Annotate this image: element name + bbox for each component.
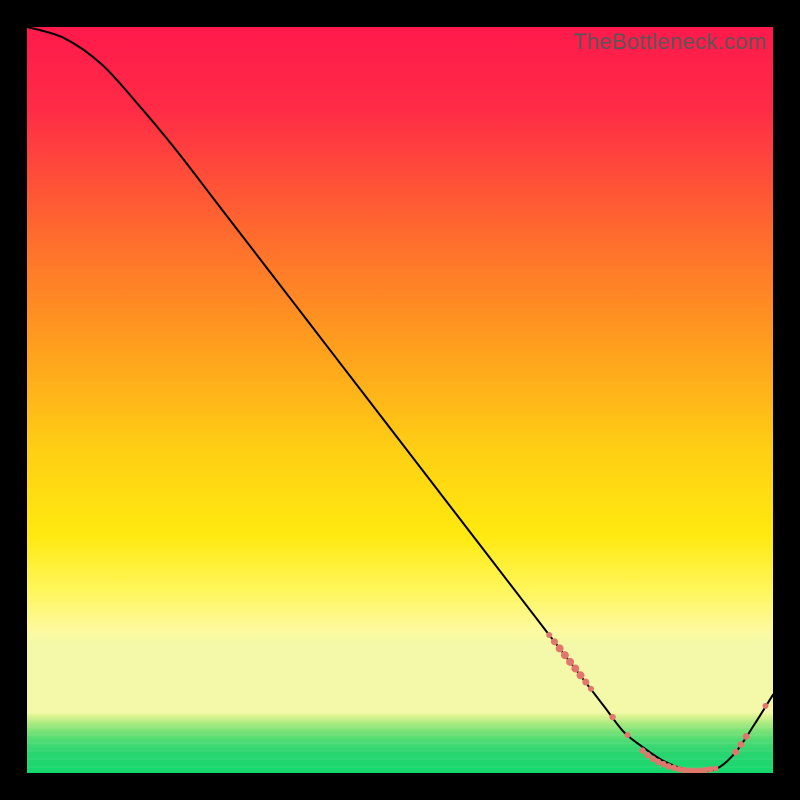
data-markers [546,632,768,773]
data-marker [551,638,558,645]
data-marker [588,686,594,692]
data-marker [639,747,645,753]
data-marker [546,632,552,638]
data-marker [582,678,589,685]
data-marker [763,703,769,709]
data-marker [644,752,650,758]
data-marker [625,732,631,738]
chart-frame: TheBottleneck.com [27,27,773,773]
bottleneck-curve [27,27,773,771]
data-marker [556,644,564,652]
data-marker [738,741,745,748]
data-marker [713,766,719,772]
data-marker [732,749,739,756]
data-marker [609,714,615,720]
data-marker [743,733,750,740]
data-marker [566,658,574,666]
data-marker [561,651,569,659]
data-marker [577,671,585,679]
chart-plot [27,27,773,773]
data-marker [707,766,713,772]
data-marker [571,665,579,673]
